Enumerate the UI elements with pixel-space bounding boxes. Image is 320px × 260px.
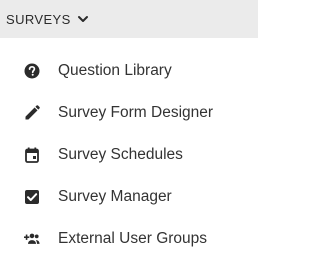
menu-item-label: Survey Manager: [58, 188, 172, 205]
surveys-menu-header[interactable]: SURVEYS: [0, 0, 258, 38]
menu-item-survey-manager[interactable]: Survey Manager: [0, 176, 258, 218]
menu-item-label: External User Groups: [58, 230, 208, 247]
menu-item-survey-form-designer[interactable]: Survey Form Designer: [0, 92, 258, 134]
menu-item-label: Survey Form Designer: [58, 104, 214, 121]
group-add-icon: [24, 231, 40, 247]
menu-item-survey-schedules[interactable]: Survey Schedules: [0, 134, 258, 176]
checkbox-icon: [24, 189, 40, 205]
menu-item-label: Question Library: [58, 62, 172, 79]
menu-item-external-user-groups[interactable]: External User Groups: [0, 218, 258, 260]
surveys-menu-list: Question Library Survey Form Designer Su…: [0, 50, 258, 260]
menu-item-question-library[interactable]: Question Library: [0, 50, 258, 92]
calendar-icon: [24, 147, 40, 163]
pencil-icon: [24, 105, 40, 121]
chevron-down-icon: [77, 13, 89, 25]
menu-item-label: Survey Schedules: [58, 146, 183, 163]
help-circle-icon: [24, 63, 40, 79]
surveys-menu-title: SURVEYS: [6, 11, 71, 27]
